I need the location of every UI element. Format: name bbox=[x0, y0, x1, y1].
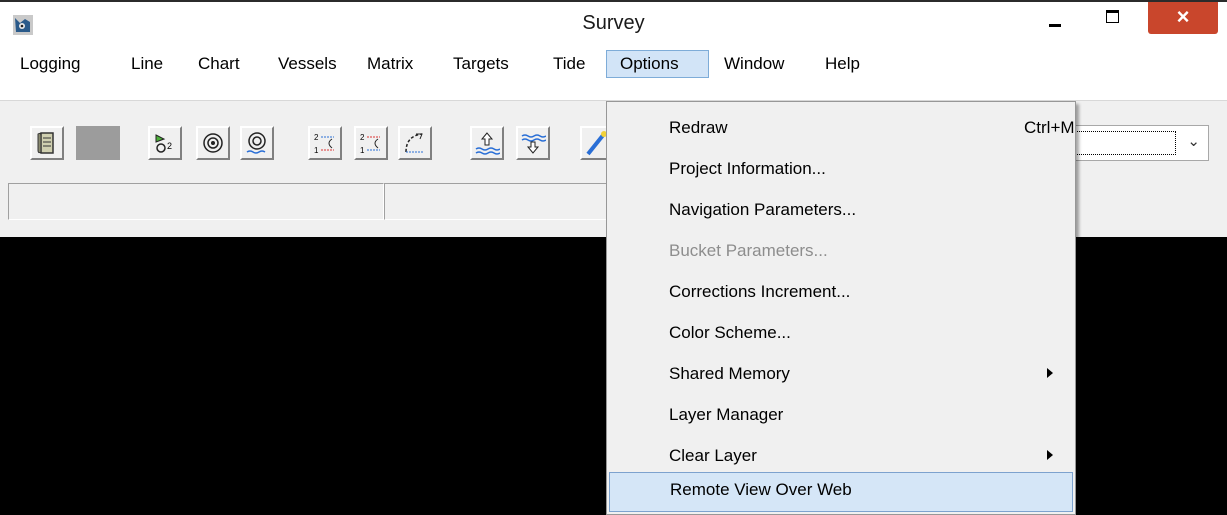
menu-item-layer-manager[interactable]: Layer Manager bbox=[607, 397, 1075, 437]
menu-item-shared-memory[interactable]: Shared Memory bbox=[607, 356, 1075, 396]
menu-item-navigation-parameters[interactable]: Navigation Parameters... bbox=[607, 192, 1075, 232]
menu-chart[interactable]: Chart bbox=[198, 50, 240, 78]
menu-item-label: Navigation Parameters... bbox=[669, 200, 857, 219]
menu-tide[interactable]: Tide bbox=[553, 50, 585, 78]
menu-item-label: Layer Manager bbox=[669, 405, 784, 424]
chevron-down-icon[interactable]: ⌄ bbox=[1187, 132, 1200, 150]
target-button[interactable] bbox=[196, 126, 230, 160]
menu-targets[interactable]: Targets bbox=[453, 50, 509, 78]
menu-item-remote-view-over-web[interactable]: Remote View Over Web bbox=[609, 472, 1073, 512]
target-depth-button[interactable] bbox=[240, 126, 274, 160]
menu-item-corrections-increment[interactable]: Corrections Increment... bbox=[607, 274, 1075, 314]
waypoint-button[interactable]: 2 bbox=[148, 126, 182, 160]
submenu-arrow-icon bbox=[1047, 450, 1053, 460]
menu-window[interactable]: Window bbox=[724, 50, 784, 78]
menu-item-label: Project Information... bbox=[669, 159, 826, 178]
line-reverse-button[interactable]: 2 1 bbox=[354, 126, 388, 160]
minimize-button[interactable] bbox=[1035, 2, 1079, 42]
menu-item-label: Remote View Over Web bbox=[670, 480, 852, 499]
waypoint-icon: 2 bbox=[155, 134, 172, 153]
curve-line-icon bbox=[405, 133, 424, 153]
tide-up-button[interactable] bbox=[470, 126, 504, 160]
line-order-button[interactable]: 2 1 bbox=[308, 126, 342, 160]
options-menu: Redraw Ctrl+M Project Information... Nav… bbox=[606, 101, 1076, 515]
svg-text:1: 1 bbox=[360, 146, 365, 155]
svg-text:2: 2 bbox=[167, 141, 172, 151]
tide-down-button[interactable] bbox=[516, 126, 550, 160]
logbook-button[interactable] bbox=[30, 126, 64, 160]
menu-item-redraw[interactable]: Redraw Ctrl+M bbox=[607, 110, 1075, 150]
menu-item-label: Bucket Parameters... bbox=[669, 241, 828, 260]
svg-text:2: 2 bbox=[314, 133, 319, 142]
line-order-icon: 2 1 bbox=[314, 133, 334, 155]
menu-item-bucket-parameters: Bucket Parameters... bbox=[607, 233, 1075, 273]
submenu-arrow-icon bbox=[1047, 368, 1053, 378]
status-pane-2 bbox=[384, 183, 610, 220]
curve-line-button[interactable] bbox=[398, 126, 432, 160]
tide-down-icon bbox=[521, 134, 546, 154]
logbook-icon bbox=[37, 132, 54, 154]
menu-item-label: Clear Layer bbox=[669, 446, 757, 465]
svg-text:1: 1 bbox=[314, 146, 319, 155]
target-icon bbox=[203, 133, 223, 153]
combo-value bbox=[1069, 131, 1176, 155]
color-swatch[interactable] bbox=[76, 126, 120, 160]
layer-combo[interactable]: ⌄ bbox=[1064, 125, 1209, 161]
menu-item-shortcut: Ctrl+M bbox=[1024, 118, 1075, 137]
minimize-icon bbox=[1049, 24, 1061, 27]
menu-item-label: Corrections Increment... bbox=[669, 282, 851, 301]
menu-item-project-information[interactable]: Project Information... bbox=[607, 151, 1075, 191]
maximize-button[interactable] bbox=[1092, 2, 1136, 42]
menu-item-label: Shared Memory bbox=[669, 364, 790, 383]
menu-help[interactable]: Help bbox=[825, 50, 860, 78]
menu-item-label: Color Scheme... bbox=[669, 323, 791, 342]
status-pane-1 bbox=[8, 183, 384, 220]
svg-text:2: 2 bbox=[360, 133, 365, 142]
menu-logging[interactable]: Logging bbox=[20, 50, 81, 78]
menu-line[interactable]: Line bbox=[131, 50, 163, 78]
menu-item-label: Redraw bbox=[669, 118, 728, 137]
line-reverse-icon: 2 1 bbox=[360, 133, 380, 155]
target-depth-icon bbox=[246, 132, 266, 154]
menu-options[interactable]: Options bbox=[606, 50, 709, 78]
menu-vessels[interactable]: Vessels bbox=[278, 50, 337, 78]
close-icon: × bbox=[1176, 4, 1190, 29]
close-button[interactable]: × bbox=[1148, 2, 1218, 34]
menu-item-color-scheme[interactable]: Color Scheme... bbox=[607, 315, 1075, 355]
tide-up-icon bbox=[475, 132, 500, 155]
maximize-icon bbox=[1106, 10, 1119, 23]
menu-matrix[interactable]: Matrix bbox=[367, 50, 413, 78]
